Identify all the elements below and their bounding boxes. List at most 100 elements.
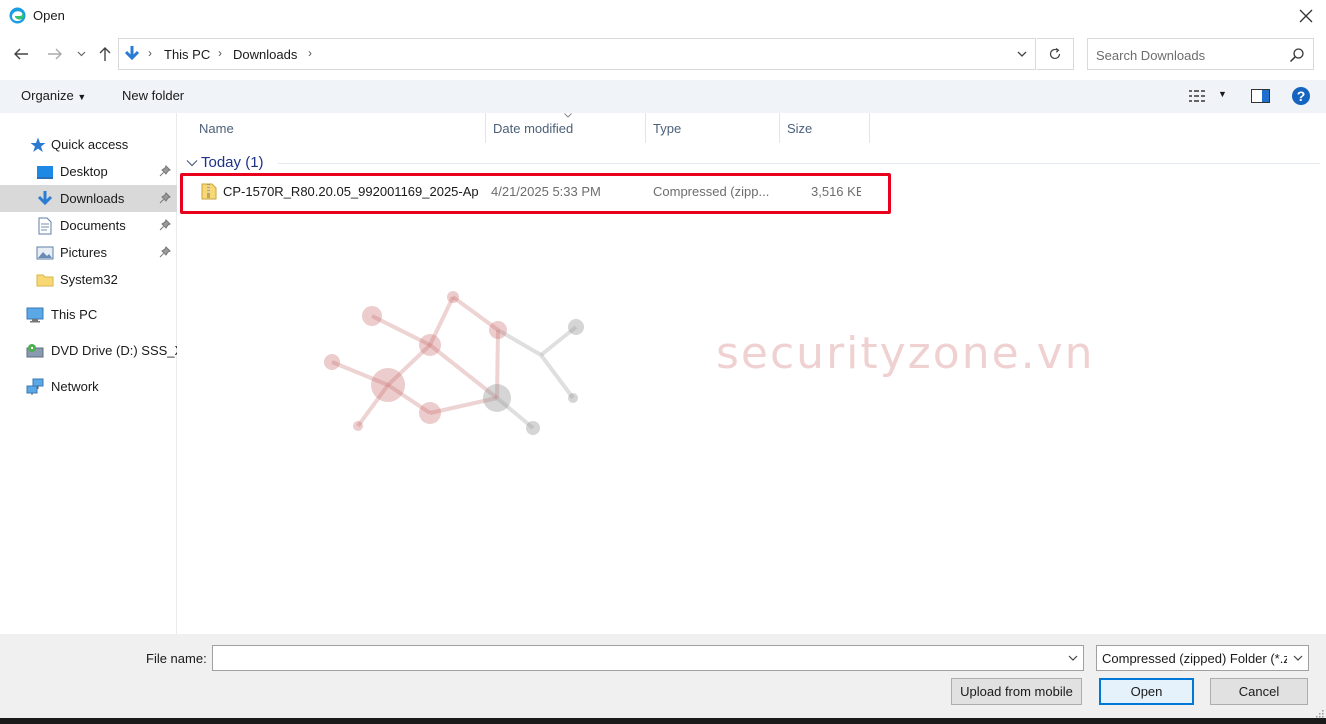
preview-pane-icon[interactable] <box>1251 89 1270 103</box>
pin-icon[interactable] <box>159 165 171 177</box>
column-header-date-modified[interactable]: Date modified <box>486 113 646 143</box>
group-header-today[interactable]: Today (1) <box>186 154 264 171</box>
organize-label: Organize <box>21 88 74 103</box>
nav-item-pictures[interactable]: Pictures <box>0 239 177 266</box>
folder-icon <box>36 274 54 287</box>
watermark-text: securityzone.vn <box>716 328 1095 379</box>
file-type-select[interactable]: Compressed (zipped) Folder (*.zip) <box>1096 645 1309 671</box>
nav-item-label: This PC <box>51 307 98 322</box>
nav-item-label: Desktop <box>60 164 108 179</box>
pin-icon[interactable] <box>159 219 171 231</box>
nav-item-this-pc[interactable]: This PC <box>0 301 177 328</box>
dvd-drive-icon <box>26 344 44 358</box>
recent-locations-button[interactable] <box>73 44 89 64</box>
address-row: › This PC › Downloads › <box>0 36 1326 72</box>
column-header-label: Type <box>653 121 682 136</box>
column-header-label: Name <box>199 121 234 136</box>
file-type-value: Compressed (zipped) Folder (*.zip) <box>1102 651 1287 666</box>
navigation-pane: Quick access Desktop Downloads Documents <box>0 113 177 634</box>
breadcrumb-separator-icon: › <box>148 46 152 60</box>
chevron-down-icon <box>1293 655 1303 661</box>
help-icon[interactable]: ? <box>1291 86 1311 106</box>
star-icon <box>30 137 46 152</box>
nav-item-system32[interactable]: System32 <box>0 266 177 293</box>
change-view-icon[interactable] <box>1189 89 1209 103</box>
nav-item-label: System32 <box>60 272 118 287</box>
nav-item-label: DVD Drive (D:) SSS_X64FREV_EN-US_DV9 <box>51 343 177 358</box>
pictures-icon <box>36 246 54 260</box>
network-logo-icon <box>324 291 584 435</box>
organize-button[interactable]: Organize ▼ <box>21 88 86 103</box>
chevron-down-icon[interactable] <box>1067 652 1079 664</box>
dropdown-caret-icon: ▼ <box>77 92 87 102</box>
downloads-folder-icon <box>124 46 140 61</box>
arrow-right-icon <box>48 48 62 60</box>
computer-icon <box>26 307 44 323</box>
open-file-dialog: Open › This PC › Downloads › Search Down… <box>0 0 1326 724</box>
column-header-name[interactable]: Name <box>192 113 486 143</box>
file-type: Compressed (zipp... <box>653 184 770 199</box>
nav-item-downloads[interactable]: Downloads <box>0 185 177 212</box>
search-box[interactable] <box>1087 38 1314 70</box>
refresh-button[interactable] <box>1037 38 1074 70</box>
search-icon[interactable] <box>1289 47 1305 63</box>
chevron-down-icon <box>77 51 85 57</box>
breadcrumb-separator-icon: › <box>218 46 222 60</box>
documents-icon <box>38 217 52 235</box>
address-bar[interactable]: › This PC › Downloads › <box>118 38 1036 70</box>
file-size: 3,516 KB <box>811 184 861 199</box>
file-name-label: File name: <box>146 651 207 666</box>
nav-item-quick-access[interactable]: Quick access <box>0 131 177 158</box>
close-icon <box>1299 9 1313 22</box>
nav-item-documents[interactable]: Documents <box>0 212 177 239</box>
up-button[interactable] <box>95 44 115 64</box>
zip-folder-icon <box>201 183 217 200</box>
nav-item-dvd-drive[interactable]: DVD Drive (D:) SSS_X64FREV_EN-US_DV9 <box>0 337 177 364</box>
file-name-combobox[interactable] <box>212 645 1084 671</box>
pin-icon[interactable] <box>159 246 171 258</box>
file-list: Name Date modified Type Size Today (1) C… <box>178 113 1326 634</box>
file-row[interactable]: CP-1570R_R80.20.05_992001169_2025-Apr...… <box>182 176 890 206</box>
desktop-icon <box>37 166 53 179</box>
breadcrumb-this-pc[interactable]: This PC <box>164 47 210 62</box>
upload-from-mobile-button[interactable]: Upload from mobile <box>951 678 1082 705</box>
resize-grip-icon[interactable] <box>1314 708 1324 718</box>
nav-item-desktop[interactable]: Desktop <box>0 158 177 185</box>
network-icon <box>26 378 44 395</box>
file-name: CP-1570R_R80.20.05_992001169_2025-Apr... <box>223 184 478 199</box>
window-bottom-border <box>0 718 1326 724</box>
sort-indicator-icon <box>564 113 572 118</box>
column-header-label: Size <box>787 121 813 136</box>
cancel-button[interactable]: Cancel <box>1210 678 1308 705</box>
column-header-size[interactable]: Size <box>780 113 870 143</box>
close-button[interactable] <box>1286 0 1326 31</box>
back-button[interactable] <box>11 44 31 64</box>
nav-item-network[interactable]: Network <box>0 373 177 400</box>
search-input[interactable] <box>1096 46 1286 64</box>
nav-item-label: Quick access <box>51 137 129 152</box>
view-options-caret-icon[interactable]: ▼ <box>1218 89 1227 99</box>
chevron-down-icon[interactable] <box>1015 47 1029 61</box>
open-button[interactable]: Open <box>1099 678 1194 705</box>
securityzone-watermark: securityzone.vn <box>318 283 1093 453</box>
nav-item-label: Network <box>51 379 99 394</box>
command-toolbar: Organize ▼ New folder ▼ ? <box>0 80 1326 113</box>
forward-button[interactable] <box>45 44 65 64</box>
nav-item-label: Documents <box>60 218 126 233</box>
breadcrumb-separator-icon: › <box>308 46 312 60</box>
breadcrumb-downloads[interactable]: Downloads <box>233 47 297 62</box>
title-bar: Open <box>0 0 1326 31</box>
new-folder-button[interactable]: New folder <box>122 88 184 103</box>
arrow-left-icon <box>14 48 28 60</box>
svg-text:?: ? <box>1297 88 1306 104</box>
group-divider <box>278 163 1320 164</box>
edge-browser-icon <box>9 7 26 24</box>
refresh-icon <box>1049 48 1061 60</box>
file-name-input[interactable] <box>217 650 1057 667</box>
nav-item-label: Downloads <box>60 191 125 206</box>
column-header-label: Date modified <box>493 121 574 136</box>
column-header-type[interactable]: Type <box>646 113 780 143</box>
dialog-footer: File name: Compressed (zipped) Folder (*… <box>0 634 1326 724</box>
pin-icon[interactable] <box>159 192 171 204</box>
arrow-up-icon <box>99 47 111 61</box>
